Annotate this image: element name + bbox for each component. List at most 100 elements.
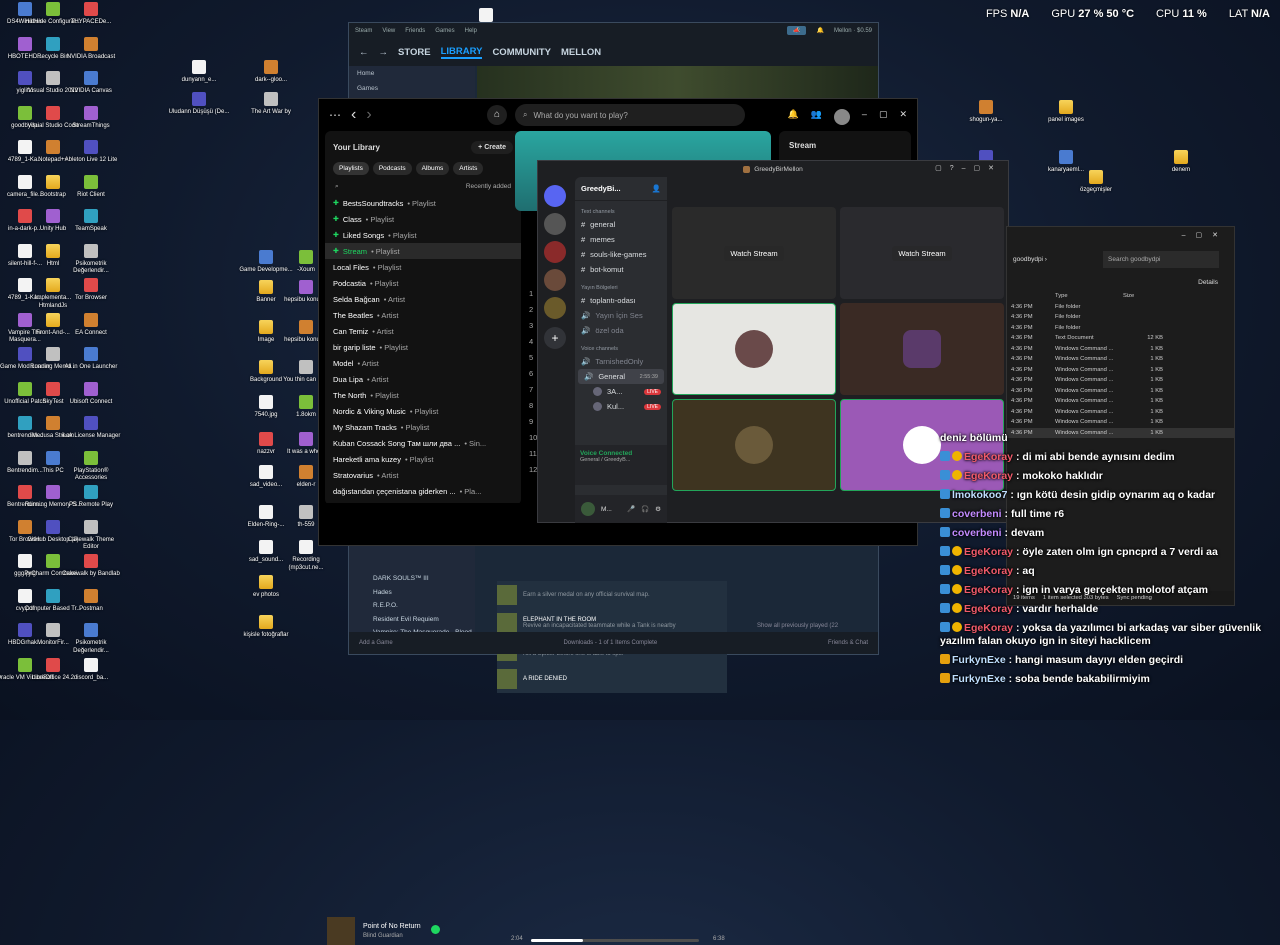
discord-home-icon[interactable] [544, 185, 566, 207]
details-button[interactable]: Details [1198, 279, 1218, 286]
voice-channel[interactable]: 🔊 TarnishedOnly [575, 354, 667, 369]
steam-user[interactable]: Mellon · $0.59 [834, 28, 872, 34]
forward-icon[interactable]: → [379, 47, 389, 58]
text-channel[interactable]: # memes [575, 232, 667, 247]
bell-icon[interactable]: 🔔 [787, 109, 798, 125]
back-icon[interactable]: ‹ [351, 106, 356, 124]
voice-member[interactable]: Kul... LIVE [575, 399, 667, 414]
watch-stream-button[interactable]: Watch Stream [892, 245, 952, 261]
file-row[interactable]: 4:36 PM Windows Command ... 1 KB [1007, 375, 1234, 386]
show-all-link[interactable]: Show all previously played (22 [757, 623, 838, 629]
avatar[interactable] [833, 109, 850, 125]
voice-member[interactable]: 3A... LIVE [575, 384, 667, 399]
steam-menu-view[interactable]: View [382, 28, 395, 34]
chat-username[interactable]: EgeKoray [964, 451, 1013, 463]
chat-username[interactable]: coverbeni [952, 508, 1002, 520]
library-item[interactable]: Kuban Cossack Song Там шли два ... • Sin.… [325, 435, 521, 451]
desktop-icon[interactable]: The Art War by [240, 92, 302, 117]
voice-channels-category[interactable]: Voice channels [575, 338, 667, 354]
server-icon[interactable] [544, 213, 566, 235]
back-icon[interactable]: ← [359, 47, 369, 58]
stage-channel[interactable]: # toplantı-odası [575, 293, 667, 308]
chat-username[interactable]: EgeKoray [964, 565, 1013, 577]
nav-profile[interactable]: MELLON [561, 47, 601, 58]
explorer-search-input[interactable]: Search goodbydpi [1103, 250, 1219, 268]
nav-library[interactable]: LIBRARY [440, 46, 483, 59]
server-icon[interactable] [544, 269, 566, 291]
chat-username[interactable]: lmokokoo7 [952, 489, 1007, 501]
chip-artists[interactable]: Artists [453, 162, 484, 175]
stage-category[interactable]: Yayın Bölgeleri [575, 277, 667, 293]
username[interactable]: M... [601, 506, 612, 513]
forward-icon[interactable]: › [366, 106, 371, 124]
desktop-icon[interactable]: THYPACEDe... [60, 2, 122, 27]
file-row[interactable]: 4:36 PM Windows Command ... 1 KB [1007, 344, 1234, 355]
maximize-icon[interactable]: ▢ [879, 109, 888, 125]
chat-username[interactable]: EgeKoray [964, 546, 1013, 558]
saved-check-icon[interactable] [431, 925, 440, 934]
add-server-icon[interactable]: + [544, 327, 566, 349]
file-row[interactable]: 4:36 PM Windows Command ... 1 KB [1007, 417, 1234, 428]
add-game-button[interactable]: Add a Game [359, 640, 393, 646]
steam-game-item[interactable]: Hades [357, 589, 472, 603]
desktop-icon[interactable]: Postman [60, 588, 122, 614]
desktop-icon[interactable]: TeamSpeak [60, 209, 122, 234]
library-item[interactable]: Model • Artist [325, 355, 521, 371]
mic-icon[interactable]: 🎤 [627, 505, 635, 513]
stage-channel[interactable]: 🔊 özel oda [575, 323, 667, 338]
downloads-status[interactable]: Downloads - 1 of 1 Items Complete [563, 640, 657, 646]
headphones-icon[interactable]: 🎧 [641, 505, 649, 513]
type-header[interactable]: Type [1055, 293, 1123, 299]
file-row[interactable]: 4:36 PM Text Document 12 KB [1007, 333, 1234, 344]
gear-icon[interactable]: ⚙ [655, 505, 661, 513]
desktop-icon[interactable]: Ableton Live 12 Lite [60, 140, 122, 165]
chat-username[interactable]: EgeKoray [964, 603, 1013, 615]
file-row[interactable]: 4:36 PM File folder [1007, 312, 1234, 323]
chat-username[interactable]: EgeKoray [964, 622, 1013, 634]
desktop-icon[interactable]: StreamThings [60, 105, 122, 131]
steam-game-item[interactable]: R.E.P.O. [357, 602, 472, 616]
chat-username[interactable]: FurkynExe [952, 673, 1006, 685]
file-row[interactable]: 4:36 PM Windows Command ... 1 KB [1007, 354, 1234, 365]
nav-community[interactable]: COMMUNITY [492, 47, 551, 58]
library-item[interactable]: My Shazam Tracks • Playlist [325, 419, 521, 435]
library-search-icon[interactable]: ⌕ [335, 183, 339, 191]
video-tile[interactable] [672, 399, 836, 491]
file-row[interactable]: 4:36 PM Windows Command ... 1 KB [1007, 365, 1234, 376]
desktop-icon[interactable]: dunyann_e... [168, 60, 230, 85]
library-item[interactable]: Can Temiz • Artist [325, 323, 521, 339]
desktop-icon[interactable]: PlayStation® Accessories [60, 450, 122, 483]
desktop-icon[interactable]: iLok License Manager [60, 416, 122, 441]
video-tile[interactable] [672, 303, 836, 395]
track-title[interactable]: Point of No Return [363, 923, 421, 930]
stream-tile[interactable]: Watch Stream [840, 207, 1004, 299]
desktop-icon[interactable]: Psikometrik Değerlendir... [60, 243, 122, 276]
desktop-icon[interactable]: Psikometrik Değerlendir... [60, 623, 122, 655]
desktop-icon[interactable]: dark--gloo... [240, 60, 302, 85]
library-item[interactable]: Selda Bağcan • Artist [325, 291, 521, 307]
desktop-icon[interactable]: NVIDIA Broadcast [60, 36, 122, 62]
desktop-icon[interactable]: Riot Client [60, 174, 122, 200]
file-row[interactable]: 4:36 PM Windows Command ... 1 KB [1007, 407, 1234, 418]
stream-tile[interactable]: Watch Stream [672, 207, 836, 299]
avatar[interactable] [581, 502, 595, 516]
library-item[interactable]: Podcastia • Playlist [325, 275, 521, 291]
library-item[interactable]: bir garip liste • Playlist [325, 339, 521, 355]
library-item[interactable]: Local Files • Playlist [325, 259, 521, 275]
friends-chat-button[interactable]: Friends & Chat [828, 640, 868, 646]
discord-window-controls[interactable]: ▢?–▢✕ [935, 164, 1002, 172]
text-channel[interactable]: # bot-komut [575, 262, 667, 277]
friends-icon[interactable]: 👥 [811, 109, 822, 125]
text-channel[interactable]: # general [575, 217, 667, 232]
sort-dropdown[interactable]: Recently added [466, 183, 511, 191]
steam-home[interactable]: Home [349, 66, 475, 81]
library-item[interactable]: The Beatles • Artist [325, 307, 521, 323]
chip-albums[interactable]: Albums [415, 162, 450, 175]
steam-game-item[interactable]: Resident Evil Requiem [357, 616, 472, 630]
minimize-icon[interactable]: – [862, 109, 867, 125]
file-row[interactable]: 4:36 PM Windows Command ... 1 KB [1007, 386, 1234, 397]
chip-playlists[interactable]: Playlists [333, 162, 369, 175]
desktop-icon[interactable]: Uludann Düşüşü (De... [168, 92, 230, 117]
stage-channel[interactable]: 🔊 Yayın İçin Ses [575, 308, 667, 323]
track-artist[interactable]: Blind Guardian [363, 933, 403, 939]
